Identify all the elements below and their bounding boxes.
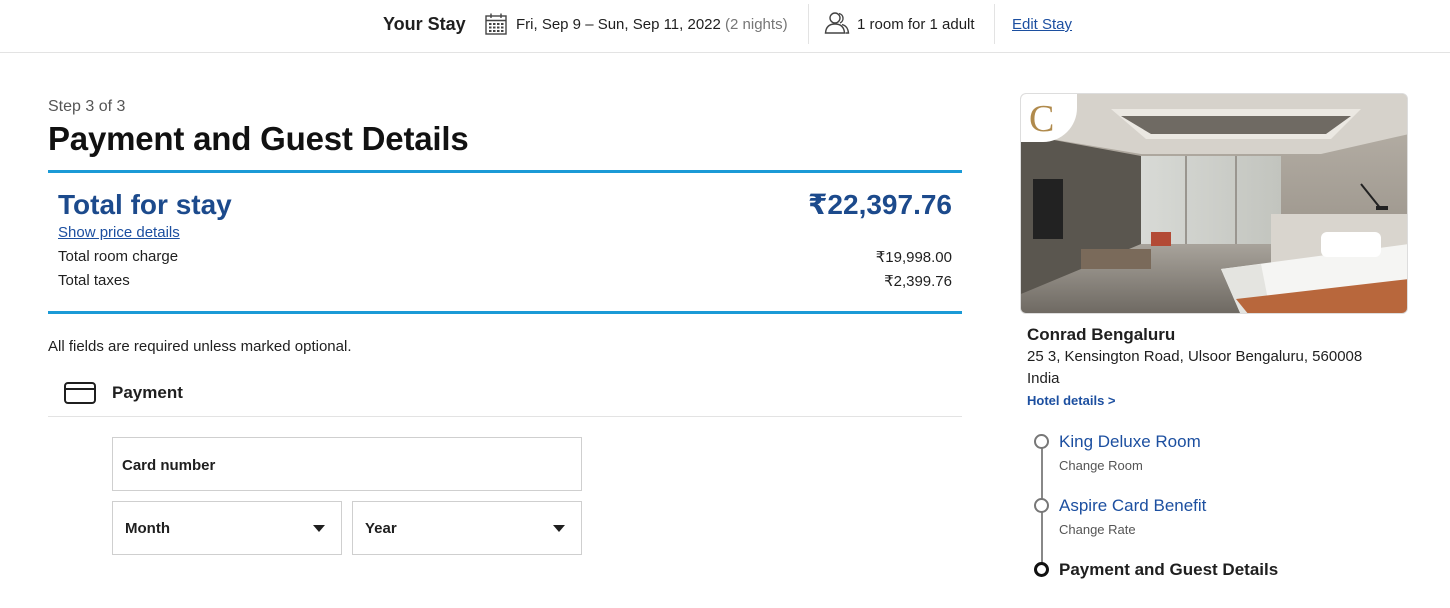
hotel-details-link[interactable]: Hotel details > — [1027, 393, 1116, 408]
taxes-label: Total taxes — [58, 272, 130, 289]
step-indicator: Step 3 of 3 — [48, 98, 126, 115]
caret-down-icon — [313, 525, 325, 532]
divider — [994, 4, 995, 44]
card-number-field[interactable]: Card number — [112, 437, 582, 491]
required-fields-note: All fields are required unless marked op… — [48, 338, 352, 355]
stay-date-range: Fri, Sep 9 – Sun, Sep 11, 2022 — [516, 16, 721, 33]
timeline-step-room[interactable]: King Deluxe Room — [1059, 432, 1201, 452]
hotel-address-line2: India — [1027, 370, 1060, 387]
timeline-current-step-dot — [1034, 562, 1049, 577]
timeline-step-payment: Payment and Guest Details — [1059, 560, 1279, 579]
expiry-year-select[interactable]: Year — [352, 501, 582, 555]
hotel-name: Conrad Bengaluru — [1027, 325, 1176, 344]
edit-stay-link[interactable]: Edit Stay — [1012, 16, 1072, 33]
caret-down-icon — [553, 525, 565, 532]
hotel-address-line1: 25 3, Kensington Road, Ulsoor Bengaluru,… — [1027, 348, 1363, 365]
change-room-link[interactable]: Change Room — [1059, 458, 1143, 473]
year-select-label: Year — [365, 520, 397, 537]
show-price-details-link[interactable]: Show price details — [58, 224, 180, 241]
calendar-icon — [485, 13, 507, 35]
timeline-step-dot — [1034, 498, 1049, 513]
expiry-month-select[interactable]: Month — [112, 501, 342, 555]
payment-section-label: Payment — [112, 383, 183, 402]
hotel-room-photo: C — [1020, 93, 1408, 314]
taxes-value: ₹2,399.76 — [884, 273, 952, 290]
total-amount: ₹22,397.76 — [807, 189, 952, 220]
guests-icon — [824, 12, 850, 34]
timeline-step-rate[interactable]: Aspire Card Benefit — [1059, 496, 1206, 516]
stay-nights: (2 nights) — [725, 16, 788, 33]
total-summary: Total for stay ₹22,397.76 Show price det… — [48, 170, 962, 314]
room-charge-value: ₹19,998.00 — [875, 249, 952, 266]
change-rate-link[interactable]: Change Rate — [1059, 522, 1136, 537]
timeline-step-dot — [1034, 434, 1049, 449]
page-title: Payment and Guest Details — [48, 120, 469, 157]
room-charge-label: Total room charge — [58, 248, 179, 265]
stay-summary-bar: Your Stay Fri, Sep 9 – Sun, Sep 11, 2022… — [0, 0, 1450, 53]
stay-title: Your Stay — [383, 14, 466, 34]
divider — [808, 4, 809, 44]
conrad-logo: C — [1021, 94, 1077, 142]
credit-card-icon — [64, 382, 96, 404]
room-guest-count: 1 room for 1 adult — [857, 16, 975, 33]
total-label: Total for stay — [58, 189, 232, 220]
svg-text:C: C — [1029, 98, 1054, 140]
payment-section-header: Payment — [48, 368, 962, 417]
month-select-label: Month — [125, 520, 170, 537]
hotel-room-illustration — [1021, 94, 1407, 313]
stay-dates: Fri, Sep 9 – Sun, Sep 11, 2022 (2 nights… — [516, 16, 788, 33]
card-number-label: Card number — [122, 457, 216, 474]
